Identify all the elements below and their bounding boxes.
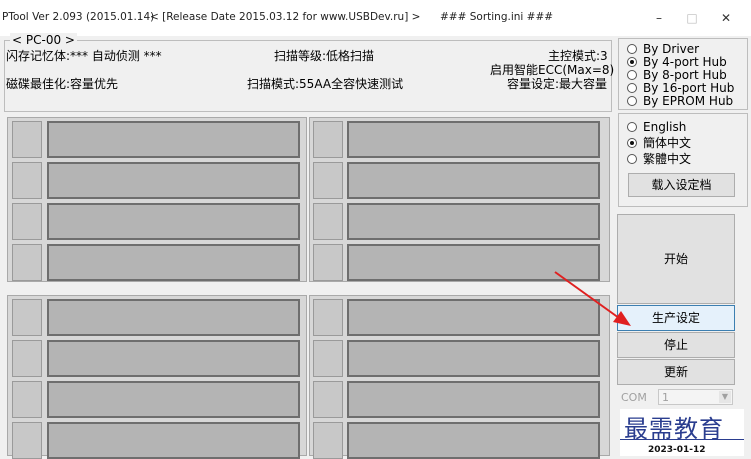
radio-indicator <box>627 83 637 93</box>
radio-indicator <box>627 154 637 164</box>
port-indicator <box>313 422 343 459</box>
port-progress-bar <box>47 244 300 281</box>
port-progress-bar <box>347 203 600 240</box>
port-slots-area <box>0 112 613 459</box>
port-indicator <box>313 381 343 418</box>
port-progress-bar <box>47 340 300 377</box>
radio-by-8-port-hub[interactable]: By 8-port Hub <box>627 68 727 82</box>
port-indicator <box>313 340 343 377</box>
divider <box>620 439 744 440</box>
load-settings-button[interactable]: 载入设定档 <box>628 173 735 197</box>
port-indicator <box>313 203 343 240</box>
release-date: < [Release Date 2015.03.12 for www.USBDe… <box>150 11 421 23</box>
scan-level-info: 扫描等级:低格扫描 <box>274 49 375 63</box>
radio-traditional-chinese[interactable]: 繁體中文 <box>627 152 691 166</box>
title-bar: PTool Ver 2.093 (2015.01.14) < [Release … <box>0 0 751 36</box>
maximize-button[interactable]: □ <box>677 8 707 28</box>
port-progress-bar <box>47 381 300 418</box>
port-progress-bar <box>347 381 600 418</box>
com-label: COM <box>621 391 647 404</box>
ini-file-name: ### Sorting.ini ### <box>440 11 554 23</box>
radio-english[interactable]: English <box>627 120 686 134</box>
radio-by-eprom-hub[interactable]: By EPROM Hub <box>627 94 733 108</box>
minimize-button[interactable]: – <box>644 8 674 28</box>
flash-memory-info: 闪存记忆体:*** 自动侦测 *** <box>6 49 162 63</box>
radio-simplified-chinese[interactable]: 簡体中文 <box>627 136 691 150</box>
radio-by-4-port-hub[interactable]: By 4-port Hub <box>627 55 727 69</box>
port-progress-bar <box>347 340 600 377</box>
radio-by-driver[interactable]: By Driver <box>627 42 699 56</box>
port-indicator <box>12 121 42 158</box>
pc-group-legend: < PC-00 > <box>10 33 77 47</box>
port-indicator <box>12 203 42 240</box>
radio-indicator <box>627 138 637 148</box>
stop-button[interactable]: 停止 <box>617 332 735 358</box>
disk-optimize-info: 磁碟最佳化:容量优先 <box>6 77 119 91</box>
port-indicator <box>12 381 42 418</box>
port-progress-bar <box>47 203 300 240</box>
annotation-arrow-icon <box>554 271 631 326</box>
port-indicator <box>313 244 343 281</box>
radio-indicator <box>627 44 637 54</box>
watermark-date: 2023-01-12 <box>648 445 706 455</box>
close-button[interactable]: ✕ <box>711 8 741 28</box>
com-select[interactable]: 1 ▼ <box>658 389 733 405</box>
port-indicator <box>12 162 42 199</box>
app-title: PTool Ver 2.093 (2015.01.14) <box>2 11 155 23</box>
radio-indicator <box>627 122 637 132</box>
port-indicator <box>12 244 42 281</box>
port-progress-bar <box>347 121 600 158</box>
port-progress-bar <box>47 299 300 336</box>
port-indicator <box>313 121 343 158</box>
update-button[interactable]: 更新 <box>617 359 735 385</box>
port-progress-bar <box>347 162 600 199</box>
scan-mode-info: 扫描模式:55AA全容快速测试 <box>247 77 404 91</box>
radio-indicator <box>627 70 637 80</box>
port-progress-bar <box>47 162 300 199</box>
radio-indicator <box>627 96 637 106</box>
port-indicator <box>313 162 343 199</box>
port-indicator <box>12 299 42 336</box>
hub-mode-group: By Driver By 4-port Hub By 8-port Hub By… <box>618 38 748 110</box>
radio-by-16-port-hub[interactable]: By 16-port Hub <box>627 81 734 95</box>
watermark-logo: 最需教育 2023-01-12 <box>620 409 744 456</box>
chevron-down-icon: ▼ <box>719 391 731 403</box>
port-indicator <box>313 299 343 336</box>
port-progress-bar <box>347 422 600 459</box>
port-indicator <box>12 340 42 377</box>
port-progress-bar <box>47 422 300 459</box>
port-progress-bar <box>47 121 300 158</box>
port-indicator <box>12 422 42 459</box>
radio-indicator <box>627 57 637 67</box>
capacity-setting-info: 容量设定:最大容量 <box>507 77 608 91</box>
language-group: English 簡体中文 繁體中文 载入设定档 <box>618 113 748 207</box>
